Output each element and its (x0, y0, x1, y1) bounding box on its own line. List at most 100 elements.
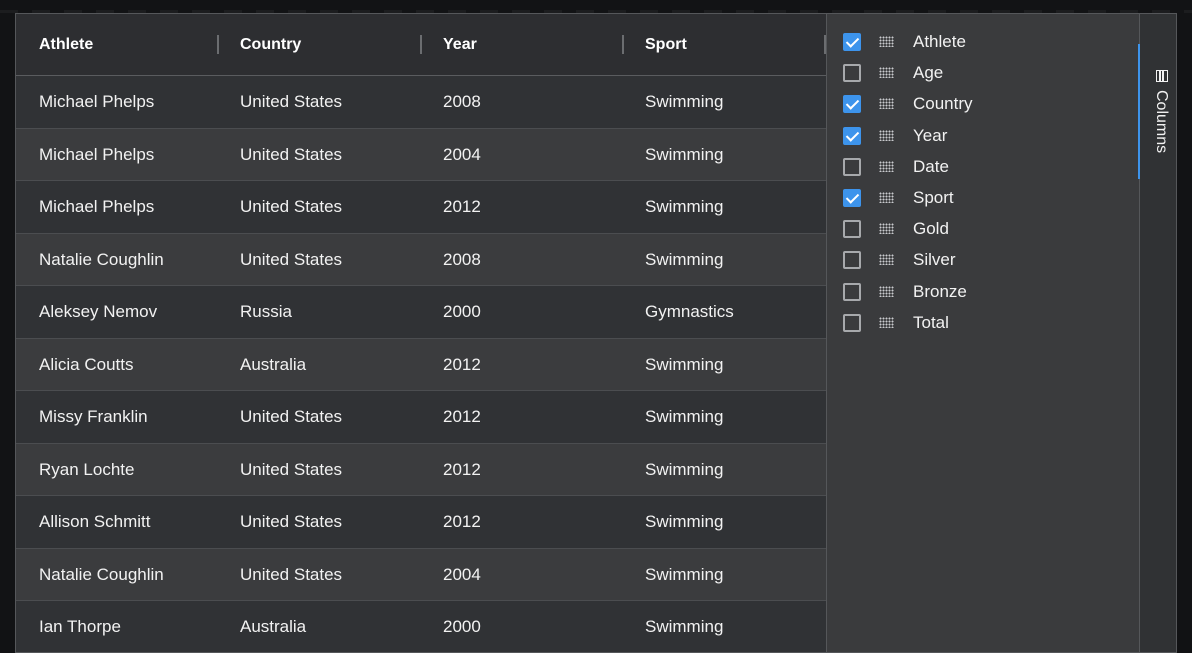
column-item-label: Athlete (913, 32, 966, 51)
column-item[interactable]: Age (827, 59, 1127, 90)
table-cell[interactable]: Swimming (622, 339, 826, 391)
column-item-label: Bronze (913, 281, 967, 301)
column-item[interactable]: Sport (827, 184, 1127, 215)
table-cell[interactable]: United States (217, 549, 419, 601)
table-cell[interactable]: Gymnastics (622, 286, 826, 338)
column-item[interactable]: Country (827, 90, 1127, 121)
table-cell[interactable]: Ryan Lochte (16, 444, 217, 496)
column-item-label: Country (913, 94, 973, 114)
column-item[interactable]: Silver (827, 246, 1127, 277)
table-cell[interactable]: 2012 (420, 496, 622, 548)
table-cell[interactable]: 2012 (420, 181, 622, 233)
tab-columns[interactable]: Columns (1138, 44, 1176, 179)
table-cell[interactable]: Alicia Coutts (16, 339, 217, 391)
table-cell[interactable]: Michael Phelps (16, 181, 217, 233)
table-cell[interactable]: Swimming (622, 601, 826, 652)
drag-handle-icon[interactable] (879, 98, 894, 110)
table-row[interactable]: Michael Phelps United States 2004 Swimming (16, 128, 826, 181)
table-cell[interactable]: 2004 (420, 129, 622, 181)
table-cell[interactable]: Swimming (622, 129, 826, 181)
table-cell[interactable]: United States (217, 76, 419, 128)
column-item[interactable]: Date (827, 153, 1127, 184)
column-visibility-checkbox[interactable] (843, 126, 861, 145)
grid-body: Michael Phelps United States 2008 Swimming M… (16, 76, 826, 652)
table-cell[interactable]: 2000 (420, 286, 622, 338)
table-cell[interactable]: United States (217, 181, 419, 233)
column-item[interactable]: Bronze (827, 278, 1127, 309)
table-cell[interactable]: United States (217, 496, 419, 548)
table-cell[interactable]: United States (217, 234, 419, 286)
column-item[interactable]: Athlete (827, 28, 1127, 59)
column-item[interactable]: Gold (827, 215, 1127, 246)
table-cell[interactable]: 2012 (420, 339, 622, 391)
table-cell[interactable]: 2004 (420, 549, 622, 601)
table-row[interactable]: Allison Schmitt United States 2012 Swimming (16, 496, 826, 549)
column-visibility-checkbox[interactable] (843, 189, 861, 207)
column-item-label: Gold (913, 219, 949, 239)
drag-handle-icon[interactable] (879, 316, 894, 328)
header-year[interactable]: Year (420, 14, 622, 76)
header-athlete[interactable]: Athlete (16, 14, 217, 76)
table-cell[interactable]: Australia (217, 601, 419, 652)
table-cell[interactable]: Swimming (622, 391, 826, 443)
drag-handle-icon[interactable] (879, 129, 894, 141)
column-item-label: Age (913, 63, 944, 83)
table-cell[interactable]: 2012 (420, 444, 622, 496)
drag-handle-icon[interactable] (879, 36, 894, 47)
column-item-label: Date (913, 156, 949, 176)
table-cell[interactable]: Allison Schmitt (16, 496, 217, 548)
table-cell[interactable]: Swimming (622, 496, 826, 548)
table-row[interactable]: Michael Phelps United States 2008 Swimming (16, 76, 826, 129)
table-cell[interactable]: Michael Phelps (16, 76, 217, 128)
table-cell[interactable]: 2000 (420, 601, 622, 652)
table-cell[interactable]: Natalie Coughlin (16, 549, 217, 601)
table-cell[interactable]: 2012 (420, 391, 622, 443)
drag-handle-icon[interactable] (879, 160, 894, 172)
column-visibility-checkbox[interactable] (843, 64, 861, 83)
column-visibility-checkbox[interactable] (843, 282, 861, 301)
column-item[interactable]: Year (827, 122, 1127, 153)
table-cell[interactable]: Swimming (622, 444, 826, 496)
header-sport[interactable]: Sport (622, 14, 826, 76)
columns-tool-panel: Athlete Age Country Year Date Sport Gold Silver… (826, 14, 1139, 652)
table-cell[interactable]: Ian Thorpe (16, 601, 217, 652)
table-row[interactable]: Aleksey Nemov Russia 2000 Gymnastics (16, 286, 826, 339)
drag-handle-icon[interactable] (879, 223, 894, 235)
table-cell[interactable]: 2008 (420, 76, 622, 128)
table-cell[interactable]: Aleksey Nemov (16, 286, 217, 338)
table-row[interactable]: Michael Phelps United States 2012 Swimming (16, 181, 826, 234)
tab-columns-label: Columns (1153, 90, 1170, 154)
table-cell[interactable]: Missy Franklin (16, 391, 217, 443)
drag-handle-icon[interactable] (879, 254, 894, 266)
column-item[interactable]: Total (827, 309, 1127, 340)
table-cell[interactable]: 2008 (420, 234, 622, 286)
table-cell[interactable]: United States (217, 129, 419, 181)
drag-handle-icon[interactable] (879, 67, 894, 79)
table-cell[interactable]: Swimming (622, 181, 826, 233)
table-row[interactable]: Ian Thorpe Australia 2000 Swimming (16, 601, 826, 652)
table-cell[interactable]: Australia (217, 339, 419, 391)
table-row[interactable]: Ryan Lochte United States 2012 Swimming (16, 443, 826, 496)
column-visibility-checkbox[interactable] (843, 313, 861, 332)
column-visibility-checkbox[interactable] (843, 251, 861, 270)
table-row[interactable]: Missy Franklin United States 2012 Swimming (16, 391, 826, 444)
table-row[interactable]: Natalie Coughlin United States 2004 Swimmin… (16, 548, 826, 601)
drag-handle-icon[interactable] (879, 192, 894, 203)
table-cell[interactable]: Swimming (622, 76, 826, 128)
table-cell[interactable]: Michael Phelps (16, 129, 217, 181)
table-cell[interactable]: Russia (217, 286, 419, 338)
column-item-label: Sport (913, 188, 954, 207)
column-visibility-checkbox[interactable] (843, 95, 861, 114)
table-cell[interactable]: United States (217, 444, 419, 496)
table-cell[interactable]: United States (217, 391, 419, 443)
column-visibility-checkbox[interactable] (843, 220, 861, 239)
table-cell[interactable]: Natalie Coughlin (16, 234, 217, 286)
column-visibility-checkbox[interactable] (843, 157, 861, 176)
drag-handle-icon[interactable] (879, 285, 894, 297)
table-row[interactable]: Alicia Coutts Australia 2012 Swimming (16, 338, 826, 391)
table-row[interactable]: Natalie Coughlin United States 2008 Swimmin… (16, 233, 826, 286)
table-cell[interactable]: Swimming (622, 549, 826, 601)
table-cell[interactable]: Swimming (622, 234, 826, 286)
header-country[interactable]: Country (217, 14, 419, 76)
column-visibility-checkbox[interactable] (843, 33, 861, 51)
